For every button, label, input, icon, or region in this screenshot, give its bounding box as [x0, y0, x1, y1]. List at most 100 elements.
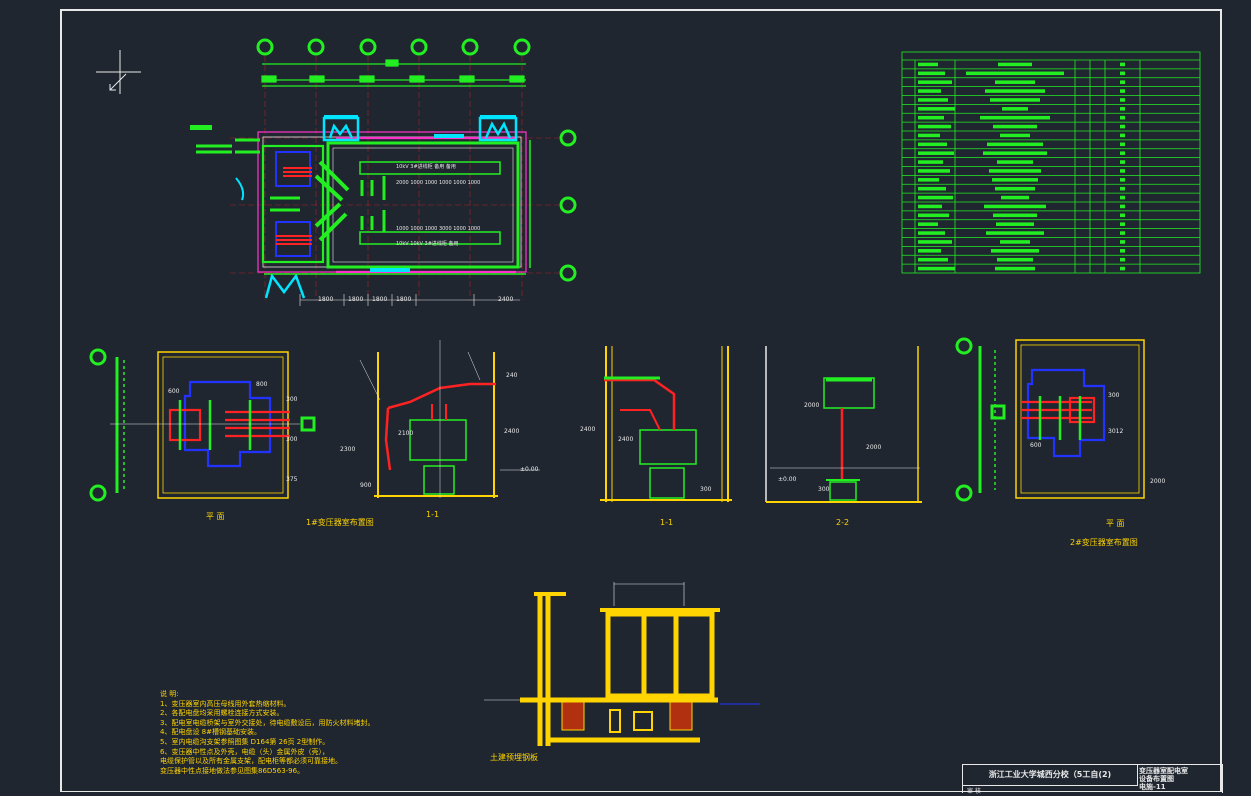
cad-canvas[interactable] [0, 0, 1251, 793]
table-cell-mark [1120, 240, 1125, 244]
table-cell-mark [995, 186, 1035, 191]
table-cell-mark [918, 71, 945, 76]
note-line: 2、各配电盘均采用螺栓连接方式安装。 [160, 709, 284, 718]
note-line: 电缆保护管以及所有金属支架，配电柜等都必须可靠接地。 [160, 757, 342, 766]
table-cell-mark [918, 178, 939, 182]
table-cell-mark [1120, 133, 1125, 138]
room-label-4: 10kV 10kV 3#进线柜 备用 [396, 241, 459, 247]
room-label-2: 2000 1000 1000 1000 1000 1000 [396, 180, 481, 186]
table-cell-mark [1120, 169, 1125, 173]
table-cell-mark [1120, 62, 1125, 67]
table-cell-mark [980, 115, 1050, 120]
v5-level: ±0.00 [778, 476, 797, 483]
table-cell-mark [1120, 142, 1125, 147]
table-cell-mark [1000, 240, 1030, 244]
v2-dim-240: 240 [506, 372, 518, 379]
v2-level: ±0.00 [520, 466, 539, 473]
v1-dim-800: 800 [256, 381, 268, 388]
title-block: 浙江工业大学城西分校（5工自(2) 变压器室配电室 设备布置图 电施-11 审 … [962, 764, 1223, 795]
table-cell-mark [918, 133, 940, 138]
plan-dim-2: 1800 [348, 296, 364, 303]
v2-dim-2400: 2400 [504, 428, 520, 435]
table-cell-mark [986, 231, 1044, 235]
notes-title: 说 明: [160, 690, 179, 698]
table-cell-mark [1000, 133, 1030, 138]
drawing-sheet: 1800 1800 1800 1800 2400 10kV 3#进线柜 备用 备… [0, 0, 1251, 795]
table-cell-mark [1002, 107, 1028, 111]
table-cell-mark [918, 124, 951, 129]
sheet-title-line-1: 变压器室配电室 [1139, 767, 1188, 775]
v4-dim-300: 300 [700, 486, 712, 493]
transformer-section-1-1b [600, 346, 732, 502]
table-cell-mark [918, 107, 955, 111]
view-caption-layout-1: 1#变压器室布置图 [306, 518, 374, 527]
table-cell-mark [992, 178, 1038, 182]
v1-dim-375: 375 [286, 476, 298, 483]
v6-dim-600: 600 [1030, 442, 1042, 449]
v1-dim-300a: 300 [286, 396, 298, 403]
table-cell-mark [993, 124, 1037, 129]
table-cell-mark [918, 98, 948, 102]
table-cell-mark [984, 204, 1046, 209]
note-line: 1、变压器室内高压母线用外套热缩材料。 [160, 699, 291, 708]
table-cell-mark [1120, 160, 1125, 164]
sheet-title: 变压器室配电室 设备布置图 电施-11 [1139, 767, 1188, 791]
table-cell-mark [991, 249, 1039, 253]
table-cell-mark [995, 80, 1035, 84]
table-cell-mark [1120, 89, 1125, 93]
v6-dim-2000: 2000 [1150, 478, 1166, 485]
project-name: 浙江工业大学城西分校（5工自(2) [963, 765, 1138, 786]
table-cell-mark [1120, 115, 1125, 120]
table-cell-mark [995, 266, 1035, 271]
table-cell-mark [918, 204, 942, 209]
table-cell-mark [1120, 249, 1125, 253]
v5-dim-2000b: 2000 [866, 444, 882, 451]
table-cell-mark [1001, 195, 1029, 200]
table-cell-mark [918, 240, 952, 244]
table-cell-mark [1120, 231, 1125, 235]
table-cell-mark [918, 151, 954, 155]
v4-dim-2400b: 2400 [618, 436, 634, 443]
transformer-plan-2 [955, 337, 1145, 502]
table-cell-mark [997, 257, 1033, 262]
north-arrow-icon [96, 50, 141, 94]
review-label: 审 核 [967, 788, 981, 795]
sheet-number: 电施-11 [1139, 783, 1166, 791]
table-cell-mark [918, 257, 948, 262]
v6-dim-300: 300 [1108, 392, 1120, 399]
plan-view [190, 38, 577, 306]
table-cell-mark [998, 62, 1032, 67]
v1-dim-300b: 300 [286, 436, 298, 443]
table-cell-mark [997, 160, 1033, 164]
table-cell-mark [918, 115, 944, 120]
table-cell-mark [1120, 266, 1125, 271]
view-caption-plan-2: 平 面 [1106, 519, 1125, 528]
embedded-plate-detail [484, 582, 760, 746]
table-cell-mark [1120, 71, 1125, 76]
room-label-3: 1000 1000 1000 3000 1000 1000 [396, 226, 481, 232]
transformer-section-1-1a [359, 340, 540, 498]
plan-dim-1: 1800 [318, 296, 334, 303]
plan-dim-3: 1800 [372, 296, 388, 303]
table-cell-mark [987, 142, 1043, 147]
table-cell-mark [918, 231, 945, 235]
material-table [901, 51, 1201, 274]
design-notes: 说 明: 1、变压器室内高压母线用外套热缩材料。 2、各配电盘均采用螺栓连接方式… [160, 690, 374, 776]
v2-dim-900: 900 [360, 482, 372, 489]
table-cell-mark [989, 169, 1041, 173]
table-cell-mark [993, 213, 1037, 218]
view-caption-layout-2: 2#变压器室布置图 [1070, 538, 1138, 547]
table-cell-mark [918, 222, 938, 226]
table-cell-mark [985, 89, 1045, 93]
table-cell-mark [918, 142, 947, 147]
plan-dim-5: 2400 [498, 296, 514, 303]
table-cell-mark [990, 98, 1040, 102]
v2-dim-2300: 2300 [340, 446, 356, 453]
plan-dim-4: 1800 [396, 296, 412, 303]
note-line: 变压器中性点接地做法参见图集86D563-96。 [160, 766, 305, 775]
table-cell-mark [918, 80, 952, 84]
view-caption-section-1b: 1-1 [660, 518, 674, 527]
table-cell-mark [1120, 98, 1125, 102]
view-caption-section-1a: 1-1 [426, 510, 440, 519]
note-line: 3、配电室电缆桥架与室外交接处，待电缆敷设后，用防火材料堵封。 [160, 718, 375, 727]
